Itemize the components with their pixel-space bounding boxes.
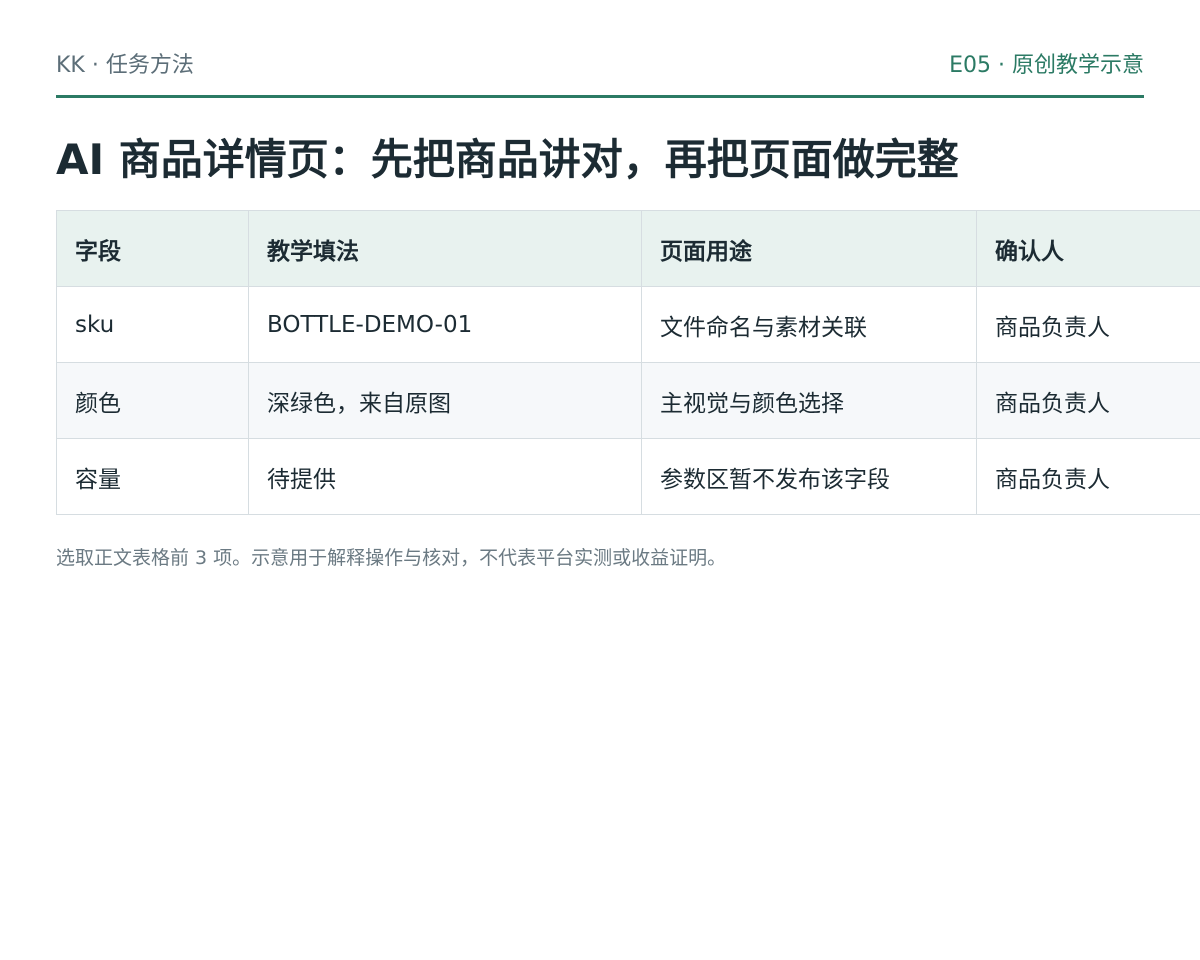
table-cell: 参数区暂不发布该字段 bbox=[641, 438, 977, 515]
table-row: 容量 待提供 参数区暂不发布该字段 商品负责人 bbox=[56, 438, 1200, 515]
table-cell: 商品负责人 bbox=[976, 438, 1200, 515]
column-header-teaching-fill: 教学填法 bbox=[248, 210, 642, 287]
table-cell: 深绿色，来自原图 bbox=[248, 362, 642, 439]
table-header-row: 字段 教学填法 页面用途 确认人 bbox=[56, 210, 1200, 287]
table-row: sku BOTTLE-DEMO-01 文件命名与素材关联 商品负责人 bbox=[56, 286, 1200, 363]
header-left-label: KK · 任务方法 bbox=[56, 53, 194, 78]
table-cell: 商品负责人 bbox=[976, 362, 1200, 439]
table-cell: 颜色 bbox=[56, 362, 249, 439]
page-header: KK · 任务方法 E05 · 原创教学示意 bbox=[56, 0, 1144, 98]
fields-table: 字段 教学填法 页面用途 确认人 sku BOTTLE-DEMO-01 文件命名… bbox=[56, 210, 1200, 515]
table-cell: sku bbox=[56, 286, 249, 363]
column-header-field: 字段 bbox=[56, 210, 249, 287]
table-cell: 文件命名与素材关联 bbox=[641, 286, 977, 363]
header-right-label: E05 · 原创教学示意 bbox=[949, 53, 1144, 78]
table-row: 颜色 深绿色，来自原图 主视觉与颜色选择 商品负责人 bbox=[56, 362, 1200, 439]
table-cell: 容量 bbox=[56, 438, 249, 515]
table-cell: BOTTLE-DEMO-01 bbox=[248, 286, 642, 363]
table-cell: 主视觉与颜色选择 bbox=[641, 362, 977, 439]
page-title: AI 商品详情页：先把商品讲对，再把页面做完整 bbox=[56, 135, 959, 184]
table-cell: 待提供 bbox=[248, 438, 642, 515]
page: KK · 任务方法 E05 · 原创教学示意 AI 商品详情页：先把商品讲对，再… bbox=[56, 0, 1200, 570]
footnote: 选取正文表格前 3 项。示意用于解释操作与核对，不代表平台实测或收益证明。 bbox=[56, 547, 727, 569]
column-header-confirmer: 确认人 bbox=[976, 210, 1200, 287]
table-cell: 商品负责人 bbox=[976, 286, 1200, 363]
column-header-page-usage: 页面用途 bbox=[641, 210, 977, 287]
